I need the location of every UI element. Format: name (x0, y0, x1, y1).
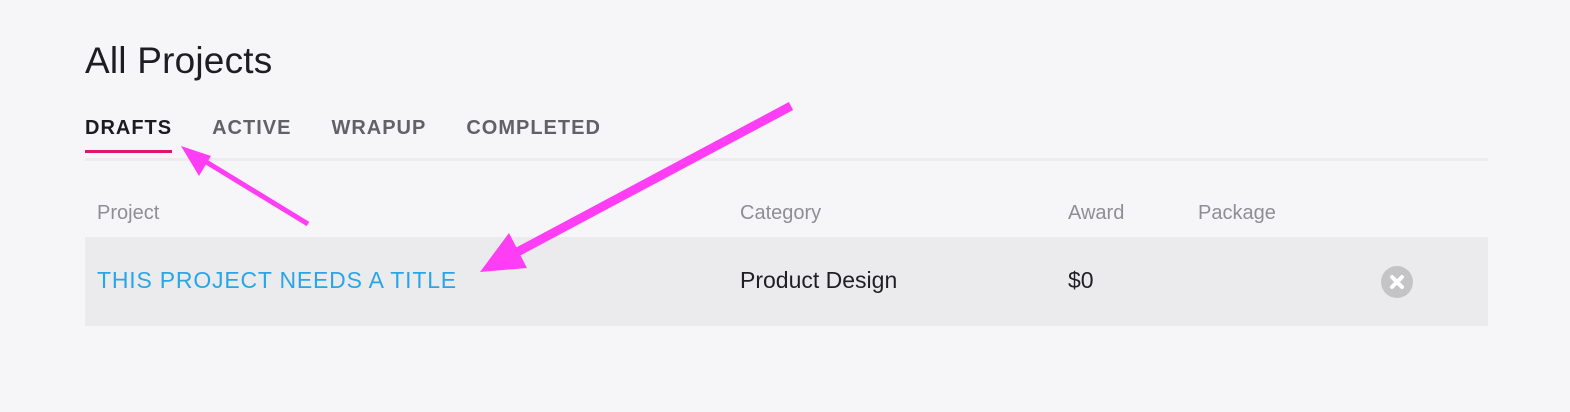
project-category: Product Design (740, 267, 898, 293)
table-row: THIS PROJECT NEEDS A TITLE Product Desig… (85, 237, 1488, 326)
project-status-tabs: DRAFTS ACTIVE WRAPUP COMPLETED (85, 110, 1488, 161)
close-circle-icon (1390, 275, 1404, 289)
column-header-category: Category (740, 202, 822, 224)
column-header-project: Project (97, 202, 160, 224)
column-header-award: Award (1068, 202, 1125, 224)
page-title: All Projects (85, 40, 273, 81)
project-title-link[interactable]: THIS PROJECT NEEDS A TITLE (97, 267, 457, 294)
table-header: Project Category Award Package (85, 198, 1488, 232)
tab-drafts[interactable]: DRAFTS (85, 110, 173, 153)
column-header-package: Package (1198, 202, 1276, 224)
tab-wrapup[interactable]: WRAPUP (331, 110, 426, 151)
delete-project-button[interactable] (1381, 266, 1413, 298)
project-award: $0 (1068, 267, 1094, 293)
tab-active[interactable]: ACTIVE (212, 110, 291, 151)
tab-completed[interactable]: COMPLETED (466, 110, 601, 151)
